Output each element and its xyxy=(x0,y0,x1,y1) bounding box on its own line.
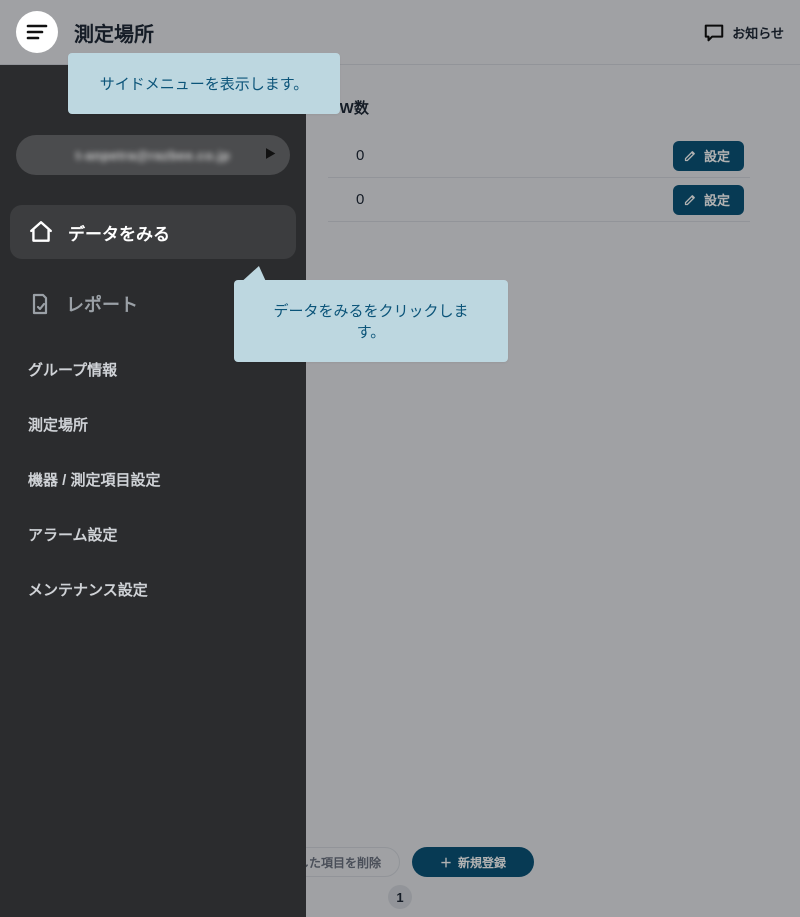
report-icon xyxy=(28,292,52,316)
page-title: 測定場所 xyxy=(74,18,154,47)
table-row: 0 設定 xyxy=(328,178,750,222)
nav-link-alarm-settings[interactable]: アラーム設定 xyxy=(20,524,286,545)
nav-link-maintenance[interactable]: メンテナンス設定 xyxy=(20,579,286,600)
gw-value: 0 xyxy=(334,191,364,208)
gw-column-header: GW数 xyxy=(328,85,750,130)
chat-icon xyxy=(702,21,726,43)
notice-label: お知らせ xyxy=(732,23,784,42)
new-register-button[interactable]: ＋ 新規登録 xyxy=(412,847,534,877)
notice-button[interactable]: お知らせ xyxy=(702,21,784,43)
nav-link-location[interactable]: 測定場所 xyxy=(20,414,286,435)
gw-column-block: GW数 0 設定 0 設定 xyxy=(328,85,750,222)
edit-icon xyxy=(683,192,698,207)
nav-link-group-info[interactable]: グループ情報 xyxy=(20,359,286,380)
nav-item-label: データをみる xyxy=(68,220,170,245)
nav-item-label: レポート xyxy=(66,291,138,317)
page-number[interactable]: 1 xyxy=(388,885,412,909)
plus-icon: ＋ xyxy=(440,854,452,871)
header-left: 測定場所 xyxy=(16,11,154,53)
settings-label: 設定 xyxy=(704,146,730,165)
settings-button[interactable]: 設定 xyxy=(673,141,744,171)
nav-links: グループ情報 測定場所 機器 / 測定項目設定 アラーム設定 メンテナンス設定 xyxy=(10,359,296,600)
home-icon xyxy=(28,219,54,245)
new-label: 新規登録 xyxy=(458,854,506,871)
tooltip-data-hint: データをみるをクリックします。 xyxy=(234,280,508,362)
settings-label: 設定 xyxy=(704,190,730,209)
edit-icon xyxy=(683,148,698,163)
account-selector[interactable]: t-anpetra@razbee.co.jp xyxy=(16,135,290,175)
settings-button[interactable]: 設定 xyxy=(673,185,744,215)
account-email: t-anpetra@razbee.co.jp xyxy=(76,148,230,163)
tooltip-menu-hint: サイドメニューを表示します。 xyxy=(68,53,340,114)
nav-item-view-data[interactable]: データをみる xyxy=(10,205,296,259)
hamburger-icon xyxy=(25,20,49,44)
table-rows: 0 設定 0 設定 xyxy=(328,134,750,222)
nav-link-device-settings[interactable]: 機器 / 測定項目設定 xyxy=(20,469,286,490)
play-icon xyxy=(262,146,278,165)
gw-value: 0 xyxy=(334,147,364,164)
table-row: 0 設定 xyxy=(328,134,750,178)
menu-toggle-button[interactable] xyxy=(16,11,58,53)
side-menu: t-anpetra@razbee.co.jp データをみる レポート グループ情… xyxy=(0,65,306,917)
